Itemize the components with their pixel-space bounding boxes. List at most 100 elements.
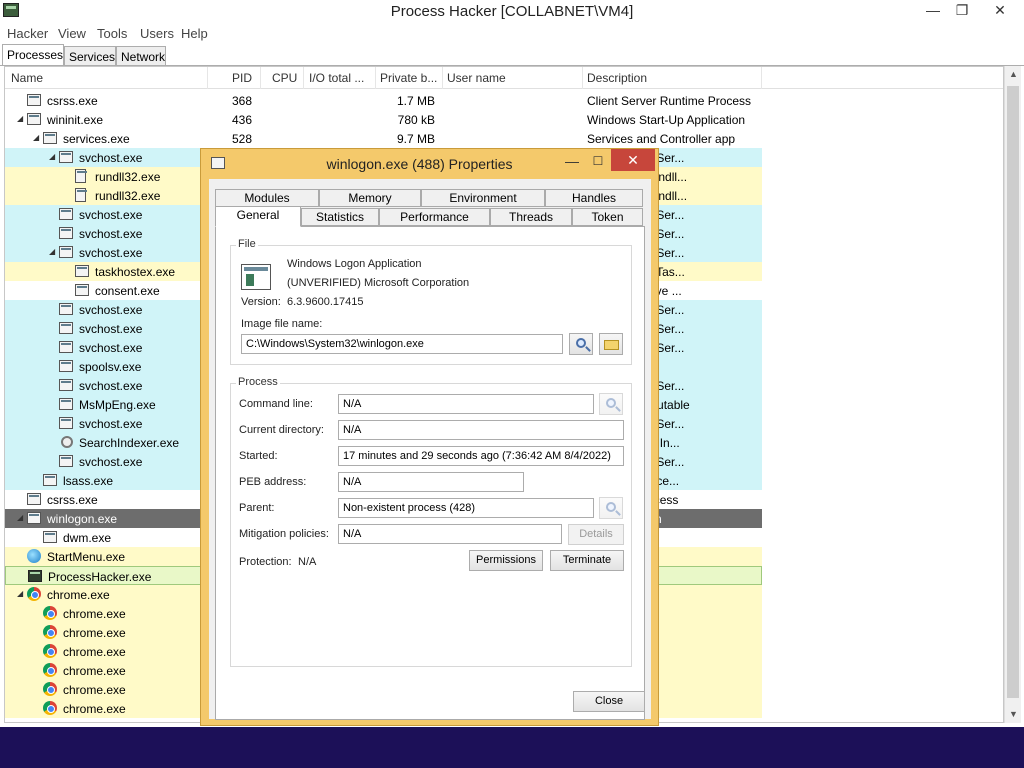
process-name: svchost.exe <box>79 208 143 222</box>
scroll-down-arrow-icon[interactable]: ▼ <box>1005 706 1022 723</box>
process-name: chrome.exe <box>63 626 126 640</box>
col-cpu[interactable]: CPU <box>272 71 297 85</box>
tab-statistics[interactable]: Statistics <box>301 208 379 226</box>
process-name: spoolsv.exe <box>79 360 142 374</box>
tree-expand-icon[interactable]: ◢ <box>49 247 55 256</box>
process-name: svchost.exe <box>79 417 143 431</box>
process-name: taskhostex.exe <box>95 265 176 279</box>
col-name[interactable]: Name <box>11 71 43 85</box>
process-name: chrome.exe <box>63 607 126 621</box>
command-line-label: Command line: <box>239 398 313 410</box>
process-row[interactable]: ◢ services.exe 528 9.7 MB Services and Contr… <box>5 129 762 148</box>
chrome-icon <box>43 701 57 715</box>
window-icon <box>59 417 73 429</box>
tab-services[interactable]: Services <box>64 46 116 66</box>
process-name: chrome.exe <box>47 588 110 602</box>
dialog-maximize-button[interactable]: ☐ <box>585 151 611 171</box>
tab-modules[interactable]: Modules <box>215 189 319 207</box>
command-line-field[interactable]: N/A <box>338 394 594 414</box>
maximize-button[interactable]: ❐ <box>947 0 977 20</box>
tree-expand-icon[interactable]: ◢ <box>49 152 55 161</box>
inspect-command-line-button[interactable] <box>599 393 623 415</box>
tab-memory[interactable]: Memory <box>319 189 421 207</box>
window-icon <box>59 246 73 258</box>
inspect-parent-button[interactable] <box>599 497 623 519</box>
open-folder-button[interactable] <box>599 333 623 355</box>
tab-network[interactable]: Network <box>116 46 166 66</box>
col-sep[interactable] <box>260 67 261 89</box>
chrome-icon <box>43 606 57 620</box>
file-group: File Windows Logon Application (UNVERIFI… <box>230 238 632 365</box>
scroll-thumb[interactable] <box>1007 86 1019 698</box>
tab-token[interactable]: Token <box>572 208 643 226</box>
window-title: Process Hacker [COLLABNET\VM4] <box>390 3 634 20</box>
process-row[interactable]: ◢ wininit.exe 436 780 kB Windows Start-Up Ap… <box>5 110 762 129</box>
col-sep[interactable] <box>442 67 443 89</box>
protection-value: N/A <box>298 556 317 568</box>
tab-environment[interactable]: Environment <box>421 189 545 207</box>
parent-field[interactable]: Non-existent process (428) <box>338 498 594 518</box>
process-name: consent.exe <box>95 284 160 298</box>
process-pid: 436 <box>232 113 253 127</box>
menu-hacker[interactable]: Hacker <box>7 26 48 41</box>
window-icon <box>43 531 57 543</box>
process-name: svchost.exe <box>79 246 143 260</box>
col-sep[interactable] <box>303 67 304 89</box>
col-private-bytes[interactable]: Private b... <box>380 71 442 85</box>
peb-address-field[interactable]: N/A <box>338 472 524 492</box>
title-bar[interactable]: Process Hacker [COLLABNET\VM4] — ❐ ✕ <box>0 0 1024 22</box>
window-icon <box>59 379 73 391</box>
minimize-button[interactable]: — <box>918 0 948 20</box>
tab-threads[interactable]: Threads <box>490 208 572 226</box>
current-directory-field[interactable]: N/A <box>338 420 624 440</box>
desktop-taskbar <box>0 727 1024 768</box>
col-sep[interactable] <box>582 67 583 89</box>
close-button[interactable]: ✕ <box>985 0 1015 20</box>
started-field[interactable]: 17 minutes and 29 seconds ago (7:36:42 A… <box>338 446 624 466</box>
process-private-bytes: 780 kB <box>397 113 435 127</box>
col-sep[interactable] <box>207 67 208 89</box>
details-button[interactable]: Details <box>568 524 624 545</box>
search-user-icon <box>59 436 73 448</box>
protection-label: Protection: <box>239 556 292 568</box>
col-sep[interactable] <box>375 67 376 89</box>
menu-users[interactable]: Users <box>140 26 174 41</box>
tab-general[interactable]: General <box>215 206 301 227</box>
vertical-scrollbar[interactable]: ▲ ▼ <box>1004 66 1021 723</box>
tab-performance[interactable]: Performance <box>379 208 490 226</box>
window-icon <box>27 512 41 524</box>
process-name: chrome.exe <box>63 683 126 697</box>
window-icon <box>27 94 41 106</box>
col-description[interactable]: Description <box>587 71 647 85</box>
process-group-label: Process <box>236 376 280 388</box>
image-file-field[interactable]: C:\Windows\System32\winlogon.exe <box>241 334 563 354</box>
col-user-name[interactable]: User name <box>447 71 506 85</box>
mitigation-policies-field[interactable]: N/A <box>338 524 562 544</box>
document-icon <box>75 188 87 202</box>
terminate-button[interactable]: Terminate <box>550 550 624 571</box>
document-icon <box>75 169 87 183</box>
inspect-file-button[interactable] <box>569 333 593 355</box>
col-sep[interactable] <box>761 67 762 89</box>
process-row[interactable]: csrss.exe 368 1.7 MB Client Server Runtime … <box>5 91 762 110</box>
tab-handles[interactable]: Handles <box>545 189 643 207</box>
close-dialog-button[interactable]: Close <box>573 691 645 712</box>
tree-expand-icon[interactable]: ◢ <box>17 589 23 598</box>
tab-processes[interactable]: Processes <box>2 44 64 66</box>
col-pid[interactable]: PID <box>232 71 252 85</box>
menu-view[interactable]: View <box>58 26 86 41</box>
permissions-button[interactable]: Permissions <box>469 550 543 571</box>
scroll-up-arrow-icon[interactable]: ▲ <box>1005 66 1022 83</box>
tree-expand-icon[interactable]: ◢ <box>17 513 23 522</box>
window-icon <box>59 303 73 315</box>
menu-tools[interactable]: Tools <box>97 26 127 41</box>
chrome-icon <box>43 663 57 677</box>
dialog-title-bar[interactable]: winlogon.exe (488) Properties — ☐ ✕ <box>201 149 658 179</box>
tree-expand-icon[interactable]: ◢ <box>17 114 23 123</box>
window-icon <box>59 227 73 239</box>
tree-expand-icon[interactable]: ◢ <box>33 133 39 142</box>
dialog-minimize-button[interactable]: — <box>559 151 585 171</box>
menu-help[interactable]: Help <box>181 26 208 41</box>
col-io-total[interactable]: I/O total ... <box>309 71 375 85</box>
dialog-close-button[interactable]: ✕ <box>611 149 655 171</box>
